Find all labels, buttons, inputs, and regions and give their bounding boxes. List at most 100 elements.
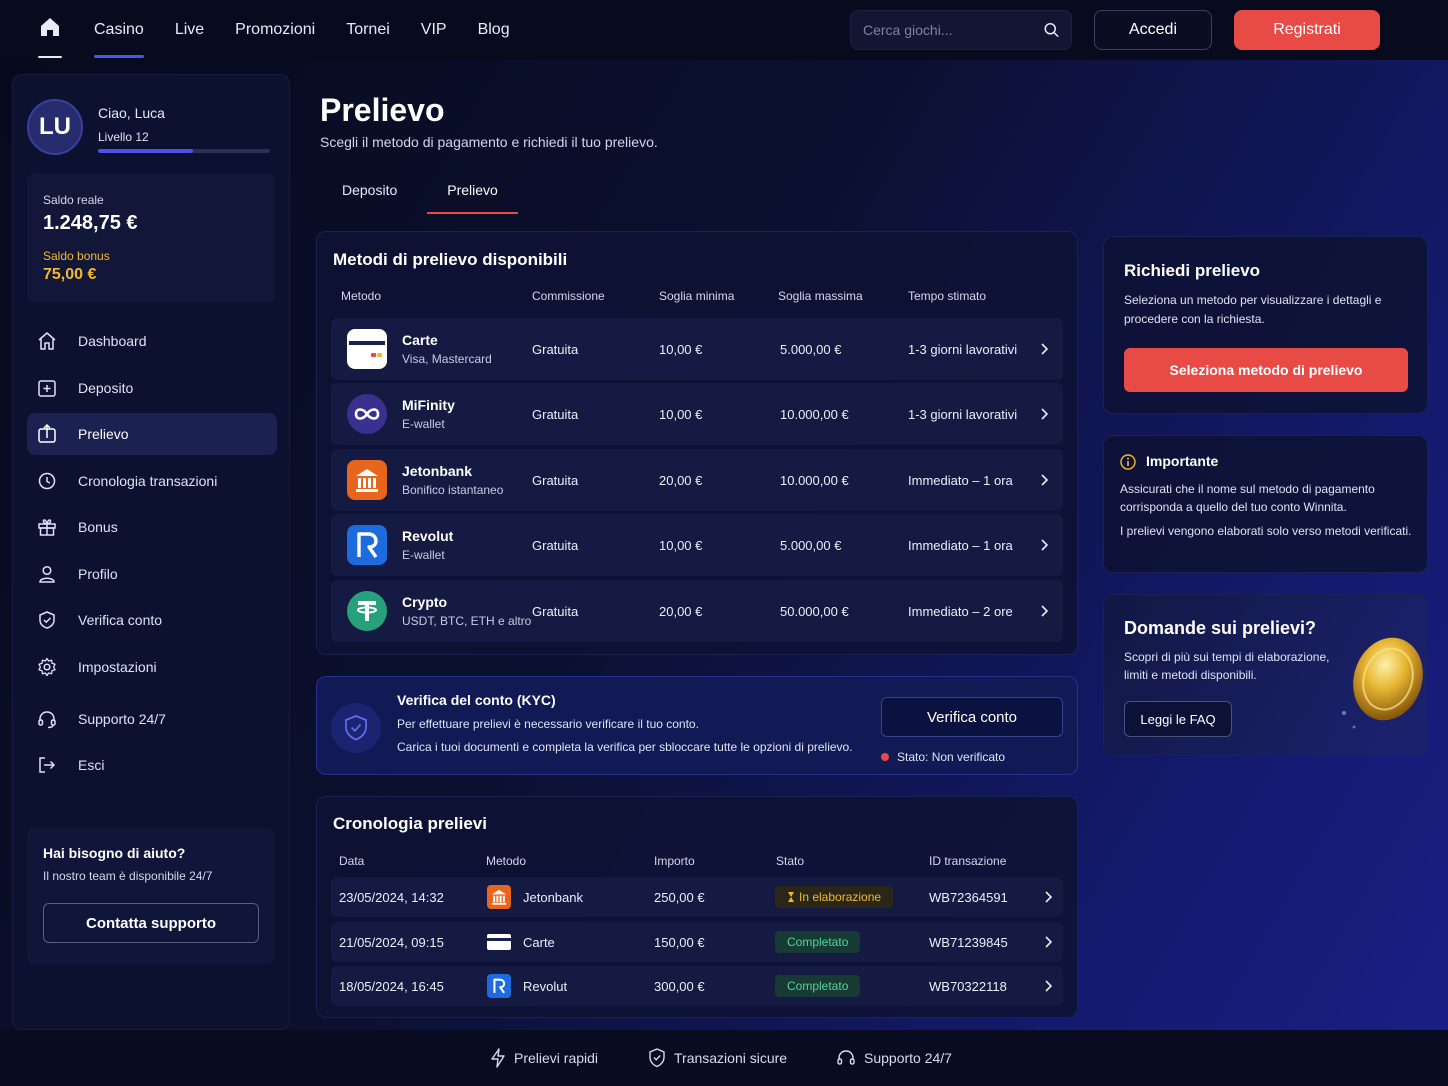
method-row-revolut[interactable]: Revolut E-wallet Gratuita 10,00 € 5.000,… <box>331 514 1063 576</box>
method-min: 10,00 € <box>659 342 703 357</box>
tab-deposito[interactable]: Deposito <box>316 172 423 214</box>
status-text: In elaborazione <box>799 890 882 904</box>
history-row[interactable]: 23/05/2024, 14:32 Jetonbank 250,00 € In … <box>331 877 1063 917</box>
method-fee: Gratuita <box>532 538 579 553</box>
important-line-2: I prelievi vengono elaborati solo verso … <box>1120 524 1412 538</box>
method-min: 20,00 € <box>659 604 703 619</box>
chevron-right-icon <box>1041 539 1049 551</box>
column-header: Commissione <box>532 289 605 303</box>
footer-item-label: Transazioni sicure <box>674 1050 788 1066</box>
method-max: 50.000,00 € <box>780 604 849 619</box>
sidebar-item-label: Impostazioni <box>78 658 157 675</box>
sidebar-item-prelievo[interactable]: Prelievo <box>27 413 277 455</box>
sidebar-item-cronologia[interactable]: Cronologia transazioni <box>27 460 277 502</box>
headset-icon <box>837 1050 855 1065</box>
method-time: Immediato – 1 ora <box>908 538 1013 553</box>
method-min: 10,00 € <box>659 538 703 553</box>
history-row[interactable]: 21/05/2024, 09:15 Carte 150,00 € Complet… <box>331 922 1063 962</box>
read-faq-button[interactable]: Leggi le FAQ <box>1124 701 1232 737</box>
request-title: Richiedi prelievo <box>1124 261 1261 280</box>
sidebar-item-label: Cronologia transazioni <box>78 472 218 489</box>
bank-icon <box>347 460 387 500</box>
chevron-right-icon <box>1045 936 1053 948</box>
history-table-header: Data Metodo Importo Stato ID transazione <box>339 854 1059 870</box>
method-name: Carte <box>402 332 438 348</box>
contact-support-button[interactable]: Contatta supporto <box>43 903 259 943</box>
method-row-jetonbank[interactable]: Jetonbank Bonifico istantaneo Gratuita 2… <box>331 449 1063 511</box>
status-badge: Completato <box>775 931 861 953</box>
withdraw-icon <box>38 424 56 443</box>
real-balance-label: Saldo reale <box>43 193 104 207</box>
history-date: 21/05/2024, 09:15 <box>339 935 444 950</box>
search-input[interactable] <box>863 22 1044 38</box>
nav-link-live[interactable]: Live <box>175 0 204 60</box>
method-row-carte[interactable]: Carte Visa, Mastercard Gratuita 10,00 € … <box>331 318 1063 380</box>
sidebar-item-label: Verifica conto <box>78 612 163 628</box>
column-header: Metodo <box>486 854 527 868</box>
kyc-line-2: Carica i tuoi documenti e completa la ve… <box>397 740 853 754</box>
nav-link-tornei[interactable]: Tornei <box>346 0 390 60</box>
sidebar-item-profilo[interactable]: Profilo <box>27 553 277 595</box>
bonus-balance-label: Saldo bonus <box>43 249 110 263</box>
card-icon <box>487 930 511 954</box>
footer-bar: Prelievi rapidi Transazioni sicure Suppo… <box>0 1030 1448 1086</box>
method-time: Immediato – 2 ore <box>908 604 1013 619</box>
method-desc: E-wallet <box>402 417 445 431</box>
withdraw-history-card: Cronologia prelievi Data Metodo Importo … <box>316 796 1078 1018</box>
hourglass-icon <box>788 892 794 902</box>
withdraw-methods-card: Metodi di prelievo disponibili Metodo Co… <box>316 231 1078 655</box>
verify-account-button[interactable]: Verifica conto <box>881 697 1063 737</box>
nav-link-blog[interactable]: Blog <box>478 0 510 60</box>
help-title: Hai bisogno di aiuto? <box>43 845 186 861</box>
method-name: Crypto <box>402 594 448 610</box>
nav-link-casino[interactable]: Casino <box>94 0 144 60</box>
history-amount: 300,00 € <box>654 979 705 994</box>
shield-icon <box>39 611 55 629</box>
nav-link-vip[interactable]: VIP <box>421 0 447 60</box>
status-badge: In elaborazione <box>775 886 894 908</box>
help-box: Hai bisogno di aiuto? Il nostro team è d… <box>27 827 275 965</box>
footer-item-fast: Prelievi rapidi <box>490 1048 598 1068</box>
column-header: Tempo stimato <box>908 289 987 303</box>
top-navigation: Casino Live Promozioni Tornei VIP Blog A… <box>0 0 1448 60</box>
method-fee: Gratuita <box>532 473 579 488</box>
sidebar-item-deposito[interactable]: Deposito <box>27 367 277 409</box>
history-amount: 150,00 € <box>654 935 705 950</box>
select-method-button[interactable]: Seleziona metodo di prelievo <box>1124 348 1408 392</box>
logout-icon <box>39 757 56 773</box>
method-desc: Bonifico istantaneo <box>402 483 504 497</box>
history-row[interactable]: 18/05/2024, 16:45 Revolut 300,00 € Compl… <box>331 966 1063 1006</box>
sidebar-item-bonus[interactable]: Bonus <box>27 506 277 548</box>
sidebar-item-verifica[interactable]: Verifica conto <box>27 599 277 641</box>
sidebar-item-label: Deposito <box>78 379 134 396</box>
nav-links: Casino Live Promozioni Tornei VIP Blog <box>94 0 541 60</box>
avatar[interactable]: LU <box>27 99 83 155</box>
method-max: 5.000,00 € <box>780 538 842 553</box>
sidebar-item-impostazioni[interactable]: Impostazioni <box>27 646 277 688</box>
sidebar-item-esci[interactable]: Esci <box>27 744 277 786</box>
history-date: 18/05/2024, 16:45 <box>339 979 444 994</box>
method-row-crypto[interactable]: Crypto USDT, BTC, ETH e altro Gratuita 2… <box>331 580 1063 642</box>
sidebar-item-label: Esci <box>78 757 105 773</box>
sidebar-item-supporto[interactable]: Supporto 24/7 <box>27 698 277 740</box>
help-subtitle: Il nostro team è disponibile 24/7 <box>43 869 213 883</box>
method-row-mifinity[interactable]: MiFinity E-wallet Gratuita 10,00 € 10.00… <box>331 383 1063 445</box>
column-header: Metodo <box>341 289 382 303</box>
methods-title: Metodi di prelievo disponibili <box>333 250 568 269</box>
user-icon <box>39 565 55 583</box>
sidebar-item-dashboard[interactable]: Dashboard <box>27 320 277 362</box>
search-icon[interactable] <box>1044 21 1059 39</box>
column-header: Stato <box>776 854 805 868</box>
login-button[interactable]: Accedi <box>1094 10 1212 50</box>
register-button[interactable]: Registrati <box>1234 10 1380 50</box>
method-min: 20,00 € <box>659 473 703 488</box>
method-name: Jetonbank <box>402 463 473 479</box>
nav-link-promozioni[interactable]: Promozioni <box>235 0 315 60</box>
chevron-right-icon <box>1041 605 1049 617</box>
home-button[interactable] <box>38 16 64 58</box>
methods-table-header: Metodo Commissione Soglia minima Soglia … <box>341 289 1061 305</box>
tab-prelievo[interactable]: Prelievo <box>427 172 518 214</box>
real-balance-value: 1.248,75 € <box>43 212 138 234</box>
history-amount: 250,00 € <box>654 890 705 905</box>
headset-icon <box>38 710 56 728</box>
